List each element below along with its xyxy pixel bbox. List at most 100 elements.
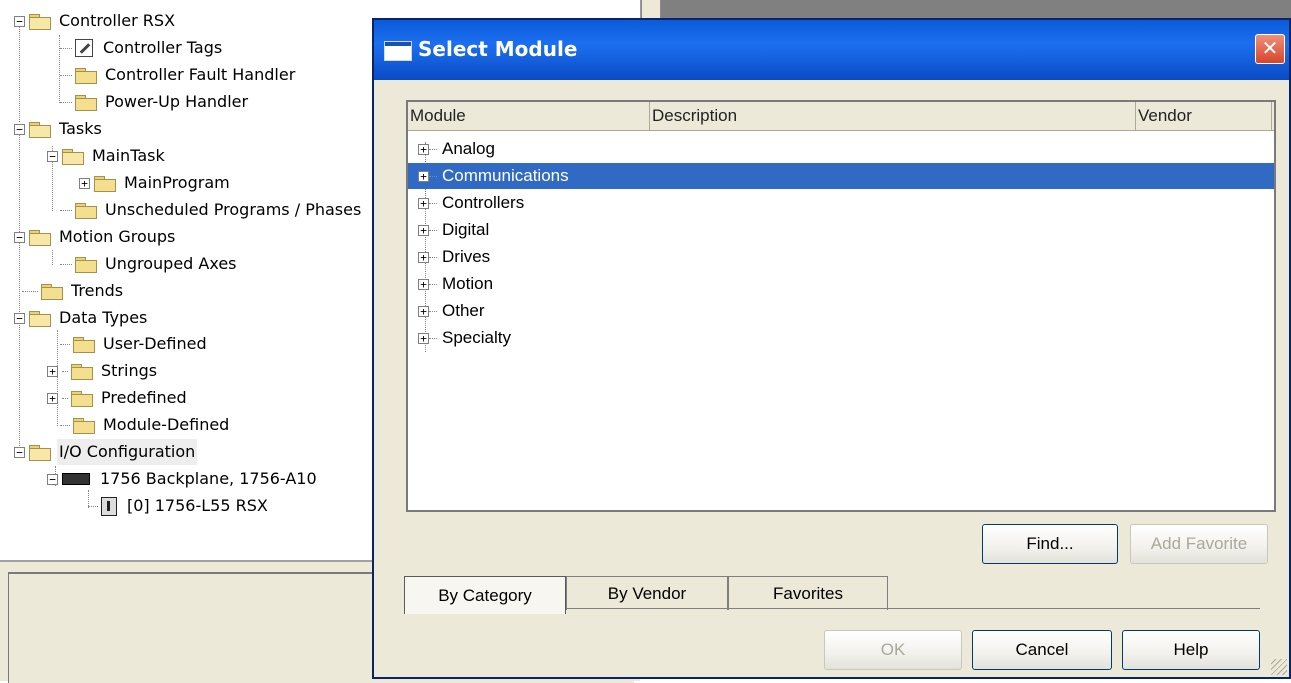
category-row-communications[interactable]: + Communications (408, 163, 1274, 189)
tree-item-backplane[interactable]: − 1756 Backplane, 1756-A10 (47, 466, 319, 492)
tree-item-label: Data Types (59, 308, 148, 327)
tree-item-trends[interactable]: Trends (22, 278, 125, 304)
help-button[interactable]: Help (1122, 630, 1260, 670)
tree-item-strings[interactable]: + Strings (47, 358, 159, 384)
expand-icon[interactable]: + (47, 392, 58, 404)
cancel-button[interactable]: Cancel (972, 630, 1112, 670)
tab-by-vendor[interactable]: By Vendor (566, 576, 728, 610)
category-row-other[interactable]: + Other (408, 298, 1274, 324)
category-row-digital[interactable]: + Digital (408, 217, 1274, 243)
collapse-icon[interactable]: − (47, 150, 58, 162)
tree-item-label: Tasks (59, 119, 102, 138)
tree-item-io-configuration[interactable]: − I/O Configuration (14, 439, 198, 465)
collapse-icon[interactable]: − (14, 231, 25, 243)
dialog-title: Select Module (418, 37, 578, 61)
window-icon (384, 41, 412, 61)
tree-item-module-defined[interactable]: Module-Defined (60, 412, 231, 438)
category-label: Specialty (442, 328, 511, 347)
tags-icon (75, 39, 93, 57)
expand-icon[interactable]: + (79, 177, 90, 189)
collapse-icon[interactable]: − (14, 123, 25, 135)
folder-icon (75, 67, 97, 84)
add-favorite-button[interactable]: Add Favorite (1130, 524, 1268, 564)
category-label: Drives (442, 247, 491, 266)
category-label: Analog (442, 139, 495, 158)
tree-item-label: Trends (71, 281, 124, 300)
ok-button[interactable]: OK (824, 630, 962, 670)
tree-item-unscheduled[interactable]: Unscheduled Programs / Phases (60, 197, 363, 223)
resize-grip[interactable] (1271, 659, 1287, 675)
tree-item-label: Controller Tags (103, 38, 223, 57)
tree-item-data-types[interactable]: − Data Types (14, 305, 149, 331)
category-row-motion[interactable]: + Motion (408, 271, 1274, 297)
folder-icon (75, 202, 97, 219)
folder-icon (75, 94, 97, 111)
tree-item-motion-groups[interactable]: − Motion Groups (14, 224, 177, 250)
close-button[interactable]: ✕ (1255, 34, 1285, 64)
column-header-vendor[interactable]: Vendor (1136, 102, 1272, 130)
tree-item-label: I/O Configuration (57, 439, 198, 465)
expand-icon[interactable]: + (418, 170, 429, 182)
tree-item-label: Module-Defined (103, 415, 230, 434)
controller-module-icon (101, 496, 117, 516)
folder-open-icon (29, 13, 51, 30)
tree-item-label: [0] 1756-L55 RSX (127, 496, 268, 515)
tree-item-fault-handler[interactable]: Controller Fault Handler (60, 62, 297, 88)
tree-item-controller-tags[interactable]: Controller Tags (60, 35, 224, 61)
datatype-folder-icon (71, 390, 93, 407)
collapse-icon[interactable]: − (47, 473, 58, 485)
tree-item-label: Predefined (101, 388, 187, 407)
tree-item-label: Power-Up Handler (105, 92, 249, 111)
module-list[interactable]: Module Description Vendor + Analog + Com… (406, 100, 1276, 512)
expand-icon[interactable]: + (418, 197, 429, 209)
tree-item-predefined[interactable]: + Predefined (47, 385, 189, 411)
task-folder-icon (62, 148, 84, 165)
tree-item-tasks[interactable]: − Tasks (14, 116, 104, 142)
folder-icon (41, 283, 63, 300)
expand-icon[interactable]: + (418, 251, 429, 263)
folder-open-icon (29, 229, 51, 246)
category-row-controllers[interactable]: + Controllers (408, 190, 1274, 216)
dialog-titlebar[interactable]: Select Module ✕ (374, 20, 1289, 80)
category-label: Controllers (442, 193, 525, 212)
folder-open-icon (29, 444, 51, 461)
backplane-icon (62, 473, 90, 485)
category-row-drives[interactable]: + Drives (408, 244, 1274, 270)
collapse-icon[interactable]: − (14, 312, 25, 324)
collapse-icon[interactable]: − (14, 446, 25, 458)
tab-by-category[interactable]: By Category (404, 576, 566, 614)
tree-item-ungrouped-axes[interactable]: Ungrouped Axes (60, 251, 239, 277)
find-button[interactable]: Find... (982, 524, 1118, 564)
tree-item-mainprogram[interactable]: + MainProgram (79, 170, 232, 196)
column-header-module[interactable]: Module (408, 102, 650, 130)
expand-icon[interactable]: + (418, 305, 429, 317)
expand-icon[interactable]: + (418, 332, 429, 344)
tree-item-maintask[interactable]: − MainTask (47, 143, 167, 169)
tree-item-controller-module[interactable]: [0] 1756-L55 RSX (88, 493, 270, 519)
select-module-dialog: Select Module ✕ Module Description Vendo… (372, 18, 1291, 679)
tree-connector (19, 22, 20, 122)
tree-item-controller[interactable]: − Controller RSX (14, 8, 177, 34)
datatype-folder-icon (73, 417, 95, 434)
tree-item-label: Ungrouped Axes (105, 254, 237, 273)
expand-icon[interactable]: + (418, 278, 429, 290)
tree-item-user-defined[interactable]: User-Defined (60, 331, 209, 357)
tree-item-powerup-handler[interactable]: Power-Up Handler (60, 89, 250, 115)
tree-item-label: Controller Fault Handler (105, 65, 296, 84)
tree-item-label: User-Defined (103, 334, 207, 353)
tree-item-label: 1756 Backplane, 1756-A10 (100, 469, 317, 488)
column-header-description[interactable]: Description (650, 102, 1136, 130)
tree-item-label: Controller RSX (59, 11, 176, 30)
expand-icon[interactable]: + (47, 365, 58, 377)
category-row-specialty[interactable]: + Specialty (408, 325, 1274, 351)
category-label: Motion (442, 274, 494, 293)
expand-icon[interactable]: + (418, 143, 429, 155)
expand-icon[interactable]: + (418, 224, 429, 236)
tab-favorites[interactable]: Favorites (728, 576, 888, 610)
category-row-analog[interactable]: + Analog (408, 136, 1274, 162)
tree-item-label: MainTask (92, 146, 165, 165)
folder-open-icon (29, 310, 51, 327)
tree-item-label: Unscheduled Programs / Phases (105, 200, 362, 219)
tree-connector (19, 134, 20, 454)
collapse-icon[interactable]: − (14, 15, 25, 27)
